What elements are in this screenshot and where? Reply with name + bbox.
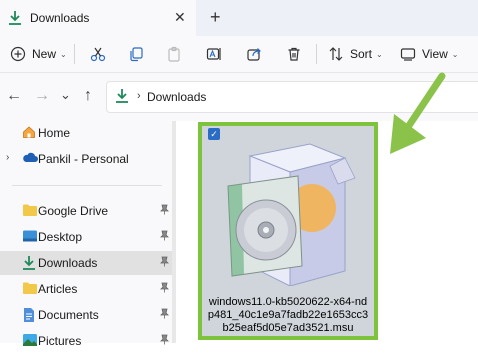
folder-icon xyxy=(22,281,38,298)
up-button[interactable]: ↑ xyxy=(84,87,92,105)
sidebar-item-label: Google Drive xyxy=(38,204,109,218)
view-icon xyxy=(400,46,416,62)
back-button[interactable]: ← xyxy=(6,87,22,105)
sidebar-item-google-drive[interactable]: Google Drive xyxy=(0,199,172,223)
sidebar-item-home[interactable]: Home xyxy=(0,121,172,145)
sidebar-item-label: Documents xyxy=(38,308,99,322)
breadcrumb-downloads[interactable]: Downloads xyxy=(147,90,206,104)
command-bar: New ⌄ Sort ⌄ View ⌄ xyxy=(0,36,478,72)
home-icon xyxy=(22,125,36,142)
toolbar-divider xyxy=(316,44,317,64)
forward-button[interactable]: → xyxy=(34,87,50,105)
share-icon xyxy=(246,46,262,62)
chevron-down-icon: ⌄ xyxy=(376,49,383,59)
download-icon xyxy=(8,10,22,29)
toolbar-divider xyxy=(74,44,75,64)
sidebar-item-label: Downloads xyxy=(38,256,98,270)
delete-button[interactable] xyxy=(286,36,302,72)
sort-icon xyxy=(328,46,344,62)
sidebar-item-pankil-personal[interactable]: › Pankil - Personal xyxy=(0,147,172,171)
sort-button[interactable]: Sort ⌄ xyxy=(328,36,383,72)
sidebar-item-label: Desktop xyxy=(38,230,83,244)
view-button[interactable]: View ⌄ xyxy=(400,36,459,72)
file-item-msu[interactable]: ✓ windows11.0-kb5020622-x64-ndp481_40c1e… xyxy=(198,122,378,340)
plus-circle-icon xyxy=(10,46,26,62)
new-button[interactable]: New ⌄ xyxy=(10,36,67,72)
sidebar-item-desktop[interactable]: Desktop xyxy=(0,225,172,249)
pin-icon xyxy=(160,204,169,218)
pictures-icon xyxy=(22,333,38,350)
recent-locations-button[interactable]: ⌄ xyxy=(60,87,71,103)
sidebar-item-label: Pictures xyxy=(38,334,82,348)
paste-icon xyxy=(166,46,182,62)
item-checkbox[interactable]: ✓ xyxy=(208,128,220,140)
sidebar-item-pictures[interactable]: Pictures xyxy=(0,329,172,353)
view-button-label: View xyxy=(422,47,448,61)
pin-icon xyxy=(160,334,169,348)
cut-button[interactable] xyxy=(90,36,106,72)
sidebar-divider xyxy=(12,185,162,186)
sidebar-item-articles[interactable]: Articles xyxy=(0,277,172,301)
new-tab-button[interactable]: + xyxy=(210,7,221,28)
navigation-pane: Home › Pankil - Personal Google Drive De… xyxy=(0,121,176,348)
download-icon xyxy=(22,255,36,274)
tab-downloads[interactable]: Downloads ✕ xyxy=(0,0,196,36)
close-tab-icon[interactable]: ✕ xyxy=(174,9,186,26)
rename-icon xyxy=(206,46,222,62)
pin-icon xyxy=(160,308,169,322)
folder-icon xyxy=(22,203,38,220)
documents-icon xyxy=(22,307,36,326)
cloud-icon xyxy=(22,151,38,166)
sidebar-item-label: Home xyxy=(38,126,71,140)
file-name: windows11.0-kb5020622-x64-ndp481_40c1e9a… xyxy=(207,296,369,334)
breadcrumb-separator: › xyxy=(137,90,141,102)
pin-icon xyxy=(160,230,169,244)
sidebar-item-label: Articles xyxy=(38,282,78,296)
sidebar-item-downloads[interactable]: Downloads xyxy=(0,251,172,275)
delete-icon xyxy=(286,46,302,62)
share-button[interactable] xyxy=(246,36,262,72)
sidebar-item-label: Pankil - Personal xyxy=(38,152,129,166)
cut-icon xyxy=(90,46,106,62)
sort-button-label: Sort xyxy=(350,47,373,61)
desktop-icon xyxy=(22,229,38,246)
copy-button[interactable] xyxy=(128,36,144,72)
new-button-label: New xyxy=(32,47,57,61)
copy-icon xyxy=(128,46,144,62)
arrow-annotation-icon xyxy=(380,72,450,165)
tab-title: Downloads xyxy=(30,11,90,25)
paste-button[interactable] xyxy=(166,36,182,72)
title-bar: Downloads ✕ + xyxy=(0,0,478,36)
sidebar-item-documents[interactable]: Documents xyxy=(0,303,172,327)
rename-button[interactable] xyxy=(206,36,222,72)
chevron-down-icon: ⌄ xyxy=(451,49,459,59)
pin-icon xyxy=(160,256,169,270)
installer-package-icon xyxy=(220,136,360,289)
download-icon xyxy=(115,88,129,107)
expand-chevron-icon[interactable]: › xyxy=(6,152,9,163)
chevron-down-icon: ⌄ xyxy=(60,49,67,59)
pin-icon xyxy=(160,282,169,296)
